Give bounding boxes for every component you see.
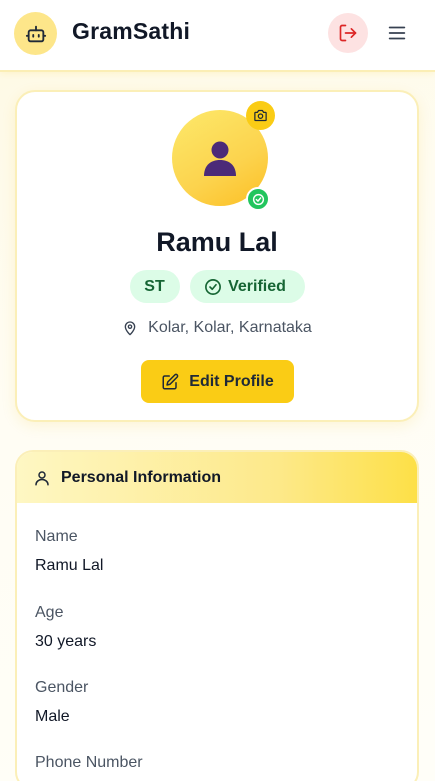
profile-name: Ramu Lal [156, 227, 278, 257]
verified-badge-label: Verified [228, 277, 286, 295]
robot-icon [14, 12, 57, 55]
personal-info-header: Personal Information [17, 452, 417, 503]
change-photo-button[interactable] [246, 101, 275, 130]
edit-profile-button[interactable]: Edit Profile [141, 360, 294, 403]
edit-icon [162, 373, 179, 389]
verified-check-icon [246, 187, 270, 211]
field-label: Phone Number [35, 754, 143, 771]
profile-card: Ramu Lal ST Verified Kolar, Kolar, Karna… [15, 90, 419, 422]
location: Kolar, Kolar, Karnataka [17, 319, 417, 337]
app-title: GramSathi [72, 18, 191, 44]
personal-info-card: Personal Information Name Ramu Lal Age 3… [15, 450, 419, 781]
field-value: 30 years [35, 633, 97, 650]
field-label: Age [35, 604, 64, 621]
category-badge: ST [129, 270, 180, 303]
hamburger-menu-icon [388, 26, 406, 40]
section-title: Personal Information [61, 468, 222, 486]
logout-button[interactable] [328, 13, 368, 53]
edit-profile-label: Edit Profile [189, 372, 274, 390]
location-text: Kolar, Kolar, Karnataka [148, 319, 312, 336]
field-phone: Phone Number [35, 754, 143, 772]
field-value: Ramu Lal [35, 557, 104, 574]
menu-button[interactable] [381, 17, 413, 49]
app-header: GramSathi [0, 0, 435, 72]
field-name: Name Ramu Lal [35, 528, 103, 575]
field-value: Male [35, 708, 70, 725]
user-icon [35, 470, 49, 485]
check-circle-icon [205, 278, 222, 295]
field-age: Age 30 years [35, 604, 96, 651]
profile-badges: ST Verified [17, 270, 417, 303]
camera-icon [254, 109, 267, 122]
logout-icon [339, 24, 357, 42]
field-label: Gender [35, 679, 89, 696]
map-pin-icon [124, 321, 136, 336]
user-avatar-icon [204, 141, 236, 176]
verified-badge: Verified [189, 270, 305, 303]
field-gender: Gender Male [35, 679, 88, 726]
field-label: Name [35, 528, 78, 545]
